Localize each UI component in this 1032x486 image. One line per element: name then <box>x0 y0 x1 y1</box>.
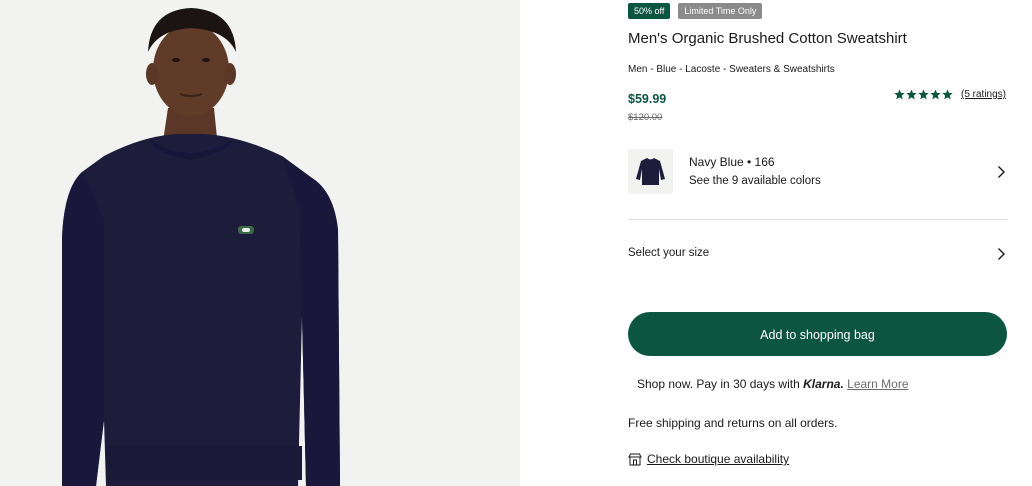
star-icon <box>930 89 941 100</box>
rating: (5 ratings) <box>894 89 1006 100</box>
discount-badge: 50% off <box>628 3 671 19</box>
star-icon <box>906 89 917 100</box>
ratings-link[interactable]: (5 ratings) <box>961 89 1006 100</box>
chevron-right-icon <box>998 248 1005 260</box>
shipping-info: Free shipping and returns on all orders. <box>628 416 838 430</box>
star-rating <box>894 89 953 100</box>
original-price: $120.00 <box>628 112 663 123</box>
star-icon <box>942 89 953 100</box>
klarna-message: Shop now. Pay in 30 days with Klarna. Le… <box>637 377 909 391</box>
model-photo <box>0 0 520 486</box>
boutique-availability[interactable]: Check boutique availability <box>628 452 789 466</box>
badges: 50% off Limited Time Only <box>628 3 763 19</box>
klarna-learn-more-link[interactable]: Learn More <box>847 377 908 391</box>
sweatshirt-thumbnail-icon <box>628 149 673 194</box>
klarna-logo: Klarna. <box>803 377 844 391</box>
size-selector-label: Select your size <box>628 247 710 259</box>
product-info: 50% off Limited Time Only Men's Organic … <box>628 0 1008 486</box>
divider <box>628 219 1008 220</box>
check-boutique-link[interactable]: Check boutique availability <box>647 452 789 466</box>
color-swatch-thumbnail <box>628 149 673 194</box>
sale-price: $59.99 <box>628 92 667 106</box>
star-icon <box>918 89 929 100</box>
color-selector[interactable]: Navy Blue • 166 See the 9 available colo… <box>628 149 1008 195</box>
add-to-bag-button[interactable]: Add to shopping bag <box>628 312 1007 356</box>
breadcrumb: Men - Blue - Lacoste - Sweaters & Sweats… <box>628 64 835 75</box>
product-title: Men's Organic Brushed Cotton Sweatshirt <box>628 30 907 47</box>
limited-time-badge: Limited Time Only <box>678 3 763 19</box>
selected-color-name: Navy Blue • 166 <box>689 155 775 169</box>
product-image[interactable] <box>0 0 520 486</box>
star-icon <box>894 89 905 100</box>
available-colors-text: See the 9 available colors <box>689 175 821 187</box>
klarna-prefix: Shop now. Pay in 30 days with <box>637 377 800 391</box>
size-selector[interactable]: Select your size <box>628 240 1008 268</box>
product-page: 50% off Limited Time Only Men's Organic … <box>0 0 1032 486</box>
store-icon <box>628 453 642 465</box>
chevron-right-icon <box>998 166 1005 178</box>
